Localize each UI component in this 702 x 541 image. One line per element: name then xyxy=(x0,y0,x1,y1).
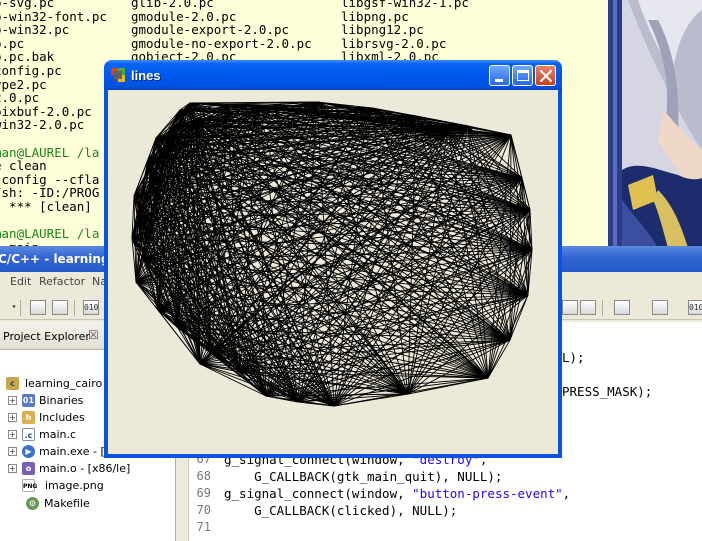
project-explorer-tab-label[interactable]: Project Explorer xyxy=(3,330,90,343)
code-line: G_CALLBACK(clicked), NULL); xyxy=(224,503,458,518)
complete-graph-lines xyxy=(131,101,533,407)
exe-icon: ▶ xyxy=(22,445,35,458)
terminal-column-2: glib-2.0.pc gmodule-2.0.pc gmodule-export-… xyxy=(131,0,312,64)
includes-icon: h xyxy=(22,411,35,424)
expand-icon[interactable]: + xyxy=(8,396,17,405)
lines-window-title-bar[interactable]: lines xyxy=(104,60,562,90)
menu-refactor[interactable]: Refactor xyxy=(39,275,85,288)
lines-window-title: lines xyxy=(131,68,161,83)
code-line: g_signal_connect(window, "button-press-e… xyxy=(224,486,571,501)
terminal-column-1: o-svg.pco-win32-font.pco-win32.pco.pco.p… xyxy=(0,0,107,250)
terminal-line: libpng.pc xyxy=(341,8,409,24)
terminal-line: win32-2.0.pc xyxy=(0,117,85,133)
menu-edit[interactable]: Edit xyxy=(10,275,31,288)
tree-item-makefile[interactable]: ⚙ Makefile xyxy=(8,496,168,512)
eclipse-title-text: C/C++ - learning_ xyxy=(0,252,116,266)
line-number: 71 xyxy=(196,520,211,534)
toolbar-separator xyxy=(20,300,21,316)
maximize-button[interactable] xyxy=(512,65,533,86)
terminal-line: o-win32.pc xyxy=(0,22,70,38)
graph-line xyxy=(199,125,469,365)
object-file-icon: o xyxy=(22,462,35,475)
terminal-line: e clean xyxy=(0,158,47,174)
maximize-icon xyxy=(517,70,529,81)
minimize-icon xyxy=(495,79,503,82)
toolbar-icon-a[interactable] xyxy=(562,300,578,315)
anime-character-illustration xyxy=(608,0,702,248)
c-project-icon: c xyxy=(6,377,19,390)
toolbar-separator xyxy=(74,300,75,316)
minimize-button[interactable] xyxy=(489,65,510,86)
anime-wallpaper-image xyxy=(608,0,702,248)
terminal-line: 2.0.pc xyxy=(0,90,40,106)
code-line-partial: L); xyxy=(562,350,585,365)
tree-item-main-o[interactable]: + o main.o - [x86/le] xyxy=(8,461,168,477)
expand-icon[interactable]: + xyxy=(8,464,17,473)
terminal-line: config.pc xyxy=(0,62,62,78)
line-number: 70 xyxy=(196,503,211,517)
terminal-line: libpng12.pc xyxy=(341,22,424,38)
back-icon[interactable] xyxy=(652,300,668,315)
terminal-line: librsvg-2.0.pc xyxy=(341,35,447,51)
makefile-icon: ⚙ xyxy=(26,497,39,510)
binary-icon[interactable]: 010 xyxy=(83,300,99,315)
terminal-column-3: libgsf-win32-1.pc libpng.pc libpng12.pc lib… xyxy=(341,0,469,64)
binaries-icon: 01 xyxy=(22,394,35,407)
code-line: G_CALLBACK(gtk_main_quit), NULL); xyxy=(224,469,503,484)
terminal-line: pixbuf-2.0.pc xyxy=(0,103,92,119)
terminal-line: man@LAUREL /la xyxy=(0,144,100,160)
terminal-line: ype2.pc xyxy=(0,76,47,92)
terminal-line: *** [clean] xyxy=(0,198,92,214)
terminal-line: man@LAUREL /la xyxy=(0,226,100,242)
toolbar-separator xyxy=(602,300,603,316)
c-file-icon: .c xyxy=(22,428,35,441)
binary-view-icon[interactable]: 010 xyxy=(688,300,702,315)
save-icon[interactable] xyxy=(30,300,46,315)
expand-icon[interactable]: + xyxy=(8,447,17,456)
close-button[interactable] xyxy=(535,65,556,86)
png-file-icon: PNG xyxy=(22,479,37,492)
expand-icon[interactable]: + xyxy=(8,413,17,422)
line-number: 68 xyxy=(196,469,211,483)
terminal-line: o.pc.bak xyxy=(0,49,55,65)
terminal-line: -config --cfla xyxy=(0,171,100,187)
terminal-line: gmodule-export-2.0.pc xyxy=(131,22,290,38)
lines-window: lines xyxy=(104,60,562,458)
tree-item-image-png[interactable]: PNG image.png xyxy=(8,478,168,496)
print-icon[interactable] xyxy=(52,300,68,315)
terminal-line: gmodule-no-export-2.0.pc xyxy=(131,35,312,51)
close-view-icon[interactable]: ☒ xyxy=(88,328,99,342)
line-number: 69 xyxy=(196,486,211,500)
terminal-line: o-win32-font.pc xyxy=(0,8,107,24)
close-icon xyxy=(540,70,552,82)
expand-icon[interactable]: + xyxy=(8,430,17,439)
code-line-partial: PRESS_MASK); xyxy=(562,384,653,399)
terminal-line: o.pc xyxy=(0,35,25,51)
terminal-line: gmodule-2.0.pc xyxy=(131,8,237,24)
toolbar-icon-b[interactable] xyxy=(580,300,596,315)
terminal-line: /sh: -ID:/PROG xyxy=(0,185,100,201)
gtk-app-icon xyxy=(111,68,125,82)
lines-drawing-area[interactable] xyxy=(108,90,558,454)
graph-line xyxy=(407,294,529,395)
next-annotation-icon[interactable] xyxy=(614,300,630,315)
